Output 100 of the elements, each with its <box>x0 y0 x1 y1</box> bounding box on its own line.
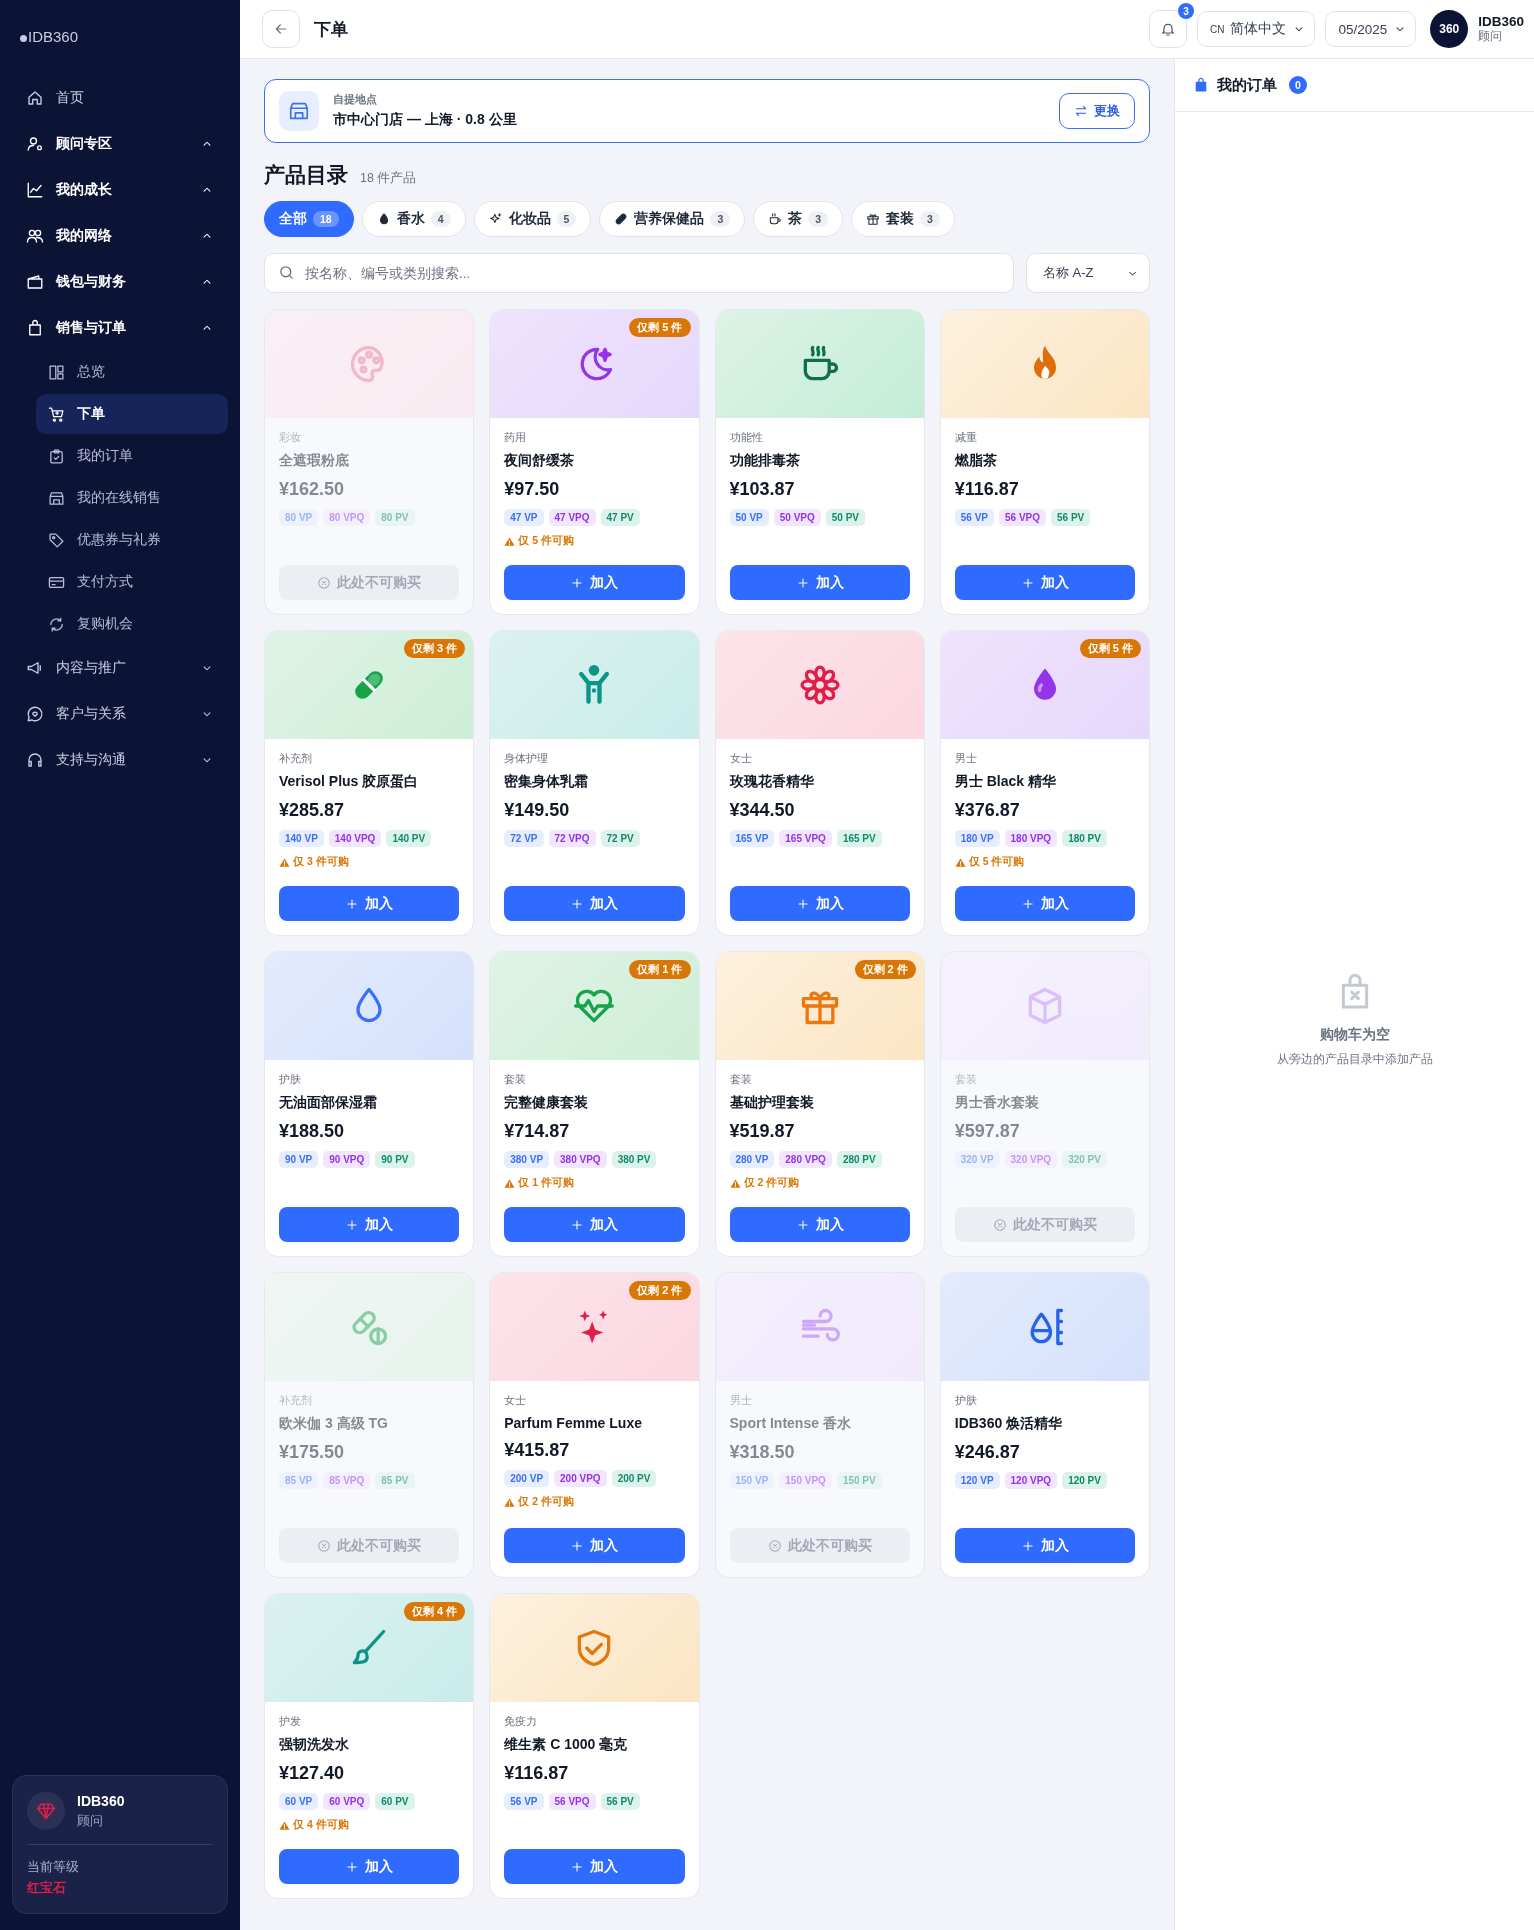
category-filter[interactable]: 营养保健品 3 <box>599 201 746 237</box>
vp-tag: 180 VP <box>954 830 1000 847</box>
avatar[interactable]: 360 <box>1430 10 1469 48</box>
category-filter[interactable]: 茶 3 <box>753 201 844 237</box>
pv-tag: 85 PV <box>375 1472 415 1489</box>
pv-tag: 80 PV <box>375 509 415 526</box>
chat-heart-icon <box>26 705 44 723</box>
vp-tag: 320 VP <box>954 1151 1000 1168</box>
add-button[interactable]: 加入 <box>504 565 685 600</box>
period-select[interactable]: 05/2025 <box>1325 11 1417 47</box>
nav-item[interactable]: 内容与推广 <box>12 645 228 691</box>
stock-warning: 仅 2 件可购 <box>504 1495 685 1509</box>
add-button[interactable]: 加入 <box>279 1207 460 1242</box>
vpq-tag: 50 VPQ <box>773 509 821 526</box>
product-name: 男士 Black 精华 <box>954 773 1057 791</box>
stock-badge: 仅剩 1 件 <box>629 960 691 979</box>
language-select[interactable]: CN 简体中文 <box>1196 11 1316 47</box>
plus-icon <box>345 1859 360 1874</box>
nav-item[interactable]: 我的网络 <box>12 213 228 259</box>
product-category: 套装 <box>954 1072 978 1087</box>
nav-item[interactable]: 顾问专区 <box>12 121 228 167</box>
product-category: 护发 <box>279 1714 302 1729</box>
nav-subitem[interactable]: 总览 <box>36 352 228 392</box>
add-button[interactable]: 加入 <box>729 886 910 921</box>
change-button[interactable]: 更换 <box>1059 93 1135 129</box>
pv-tag: 280 PV <box>836 1151 882 1168</box>
product-price: ¥175.50 <box>279 1442 346 1463</box>
refresh-icon <box>48 615 65 633</box>
nav-subitem[interactable]: 优惠券与礼券 <box>36 520 228 560</box>
vp-tag: 280 VP <box>729 1151 775 1168</box>
nav-item[interactable]: 销售与订单 <box>12 305 228 351</box>
x-circle-icon <box>992 1217 1007 1232</box>
add-button[interactable]: 加入 <box>504 1528 685 1563</box>
category-filter[interactable]: 套装 3 <box>851 201 955 237</box>
add-button[interactable]: 加入 <box>279 886 460 921</box>
store-icon <box>48 489 65 507</box>
plus-icon <box>795 896 810 911</box>
category-filter[interactable]: 化妆品 5 <box>473 201 592 237</box>
product-category: 护肤 <box>954 1393 978 1408</box>
add-button[interactable]: 加入 <box>504 1207 685 1242</box>
stock-badge: 仅剩 2 件 <box>629 1281 691 1300</box>
vp-tag: 50 VP <box>729 509 769 526</box>
nav-item[interactable]: 首页 <box>12 75 228 121</box>
product-name: 密集身体乳霜 <box>504 773 590 791</box>
gem-icon <box>36 1801 56 1821</box>
vpq-tag: 320 VPQ <box>1004 1151 1058 1168</box>
vp-tag: 150 VP <box>729 1472 775 1489</box>
nav-subitem[interactable]: 我的订单 <box>36 436 228 476</box>
pv-tag: 120 PV <box>1062 1472 1107 1489</box>
vpq-tag: 85 VPQ <box>323 1472 371 1489</box>
plus-icon <box>345 896 360 911</box>
vp-tag: 140 VP <box>279 830 324 847</box>
product-category: 护肤 <box>279 1072 302 1087</box>
nav-item[interactable]: 钱包与财务 <box>12 259 228 305</box>
product-name: 无油面部保湿霜 <box>279 1094 378 1112</box>
add-button[interactable]: 加入 <box>279 1849 460 1884</box>
cart-title: 我的订单 <box>1217 75 1277 95</box>
add-button[interactable]: 加入 <box>729 1207 910 1242</box>
add-button[interactable]: 加入 <box>504 1849 685 1884</box>
nav-item[interactable]: 支持与沟通 <box>12 737 228 783</box>
vpq-tag: 56 VPQ <box>548 1793 596 1810</box>
sort-select[interactable]: 名称 A-Z <box>1026 253 1150 293</box>
product-category: 套装 <box>504 1072 528 1087</box>
category-filter[interactable]: 全部 18 <box>264 201 354 237</box>
category-filter[interactable]: 香水 4 <box>361 201 466 237</box>
product-price: ¥714.87 <box>504 1121 571 1142</box>
plus-icon <box>570 1538 585 1553</box>
x-circle-icon <box>317 575 332 590</box>
nav-subitem[interactable]: 复购机会 <box>36 604 228 644</box>
pv-tag: 320 PV <box>1062 1151 1107 1168</box>
add-button[interactable]: 加入 <box>954 565 1135 600</box>
add-button[interactable]: 加入 <box>954 1528 1135 1563</box>
users-icon <box>26 227 44 245</box>
product-category: 男士 <box>954 751 978 766</box>
vpq-tag: 140 VPQ <box>328 830 382 847</box>
nav-subitem[interactable]: 支付方式 <box>36 562 228 602</box>
nav-item[interactable]: 我的成长 <box>12 167 228 213</box>
pv-tag: 165 PV <box>836 830 882 847</box>
vp-tag: 165 VP <box>729 830 775 847</box>
vp-tag: 90 VP <box>279 1151 319 1168</box>
vpq-tag: 80 VPQ <box>323 509 371 526</box>
nav-subitem[interactable]: 下单 <box>36 394 228 434</box>
product-price: ¥97.50 <box>504 479 561 500</box>
vp-tag: 47 VP <box>504 509 544 526</box>
bell-icon <box>1159 21 1176 37</box>
product-name: 燃脂茶 <box>954 452 998 470</box>
stock-badge: 仅剩 2 件 <box>854 960 916 979</box>
tag-icon <box>48 531 65 549</box>
product-price: ¥415.87 <box>504 1440 571 1461</box>
vpq-tag: 200 VPQ <box>554 1470 607 1487</box>
add-button[interactable]: 加入 <box>504 886 685 921</box>
add-button[interactable]: 加入 <box>954 886 1135 921</box>
add-button[interactable]: 加入 <box>729 565 910 600</box>
logo-icon <box>20 35 27 42</box>
product-name: 强韧洗发水 <box>279 1736 350 1754</box>
vpq-tag: 180 VPQ <box>1004 830 1058 847</box>
nav-item[interactable]: 客户与关系 <box>12 691 228 737</box>
nav-subitem[interactable]: 我的在线销售 <box>36 478 228 518</box>
search-field[interactable]: 按名称、编号或类别搜索... <box>264 253 1014 293</box>
vpq-tag: 165 VPQ <box>779 830 832 847</box>
